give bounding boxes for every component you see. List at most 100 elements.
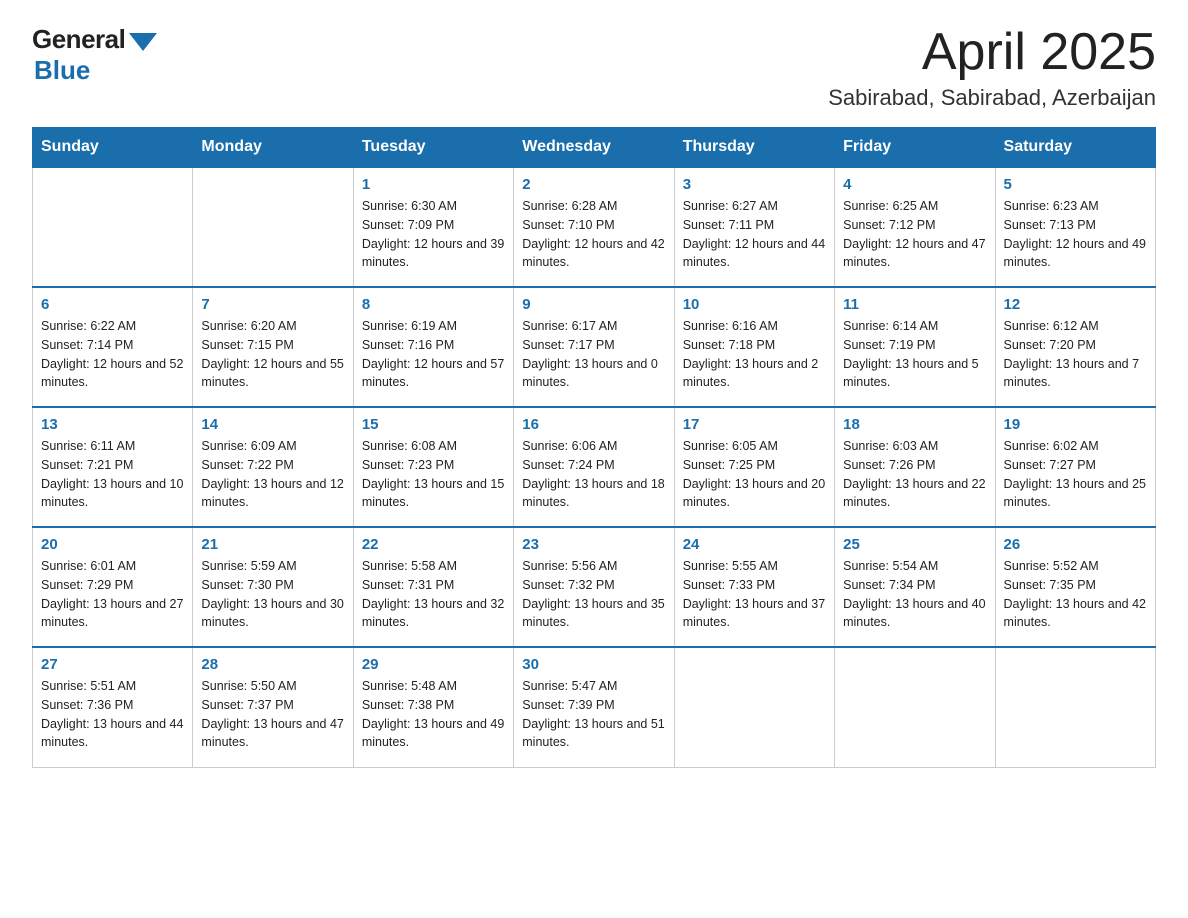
calendar-day-cell: 20Sunrise: 6:01 AMSunset: 7:29 PMDayligh… (33, 527, 193, 647)
day-number: 6 (41, 296, 184, 313)
calendar-day-cell (33, 167, 193, 287)
day-info: Sunrise: 6:23 AMSunset: 7:13 PMDaylight:… (1004, 197, 1147, 272)
calendar-weekday-header: Sunday (33, 128, 193, 168)
day-number: 17 (683, 416, 826, 433)
day-number: 19 (1004, 416, 1147, 433)
location-title: Sabirabad, Sabirabad, Azerbaijan (828, 85, 1156, 111)
day-info: Sunrise: 6:25 AMSunset: 7:12 PMDaylight:… (843, 197, 986, 272)
calendar-day-cell: 7 Sunrise: 6:20 AMSunset: 7:15 PMDaylight… (193, 287, 353, 407)
calendar-day-cell: 18 Sunrise: 6:03 AMSunset: 7:26 PMDayligh… (835, 407, 995, 527)
day-number: 3 (683, 176, 826, 193)
calendar-week-row: 27Sunrise: 5:51 AMSunset: 7:36 PMDayligh… (33, 647, 1156, 767)
day-number: 28 (201, 656, 344, 673)
calendar-day-cell: 12 Sunrise: 6:12 AMSunset: 7:20 PMDayligh… (995, 287, 1155, 407)
day-info: Sunrise: 6:12 AMSunset: 7:20 PMDaylight:… (1004, 317, 1147, 392)
calendar-day-cell: 5 Sunrise: 6:23 AMSunset: 7:13 PMDaylight… (995, 167, 1155, 287)
calendar-table: SundayMondayTuesdayWednesdayThursdayFrid… (32, 127, 1156, 768)
day-info: Sunrise: 6:27 AMSunset: 7:11 PMDaylight:… (683, 197, 826, 272)
day-info: Sunrise: 6:19 AMSunset: 7:16 PMDaylight:… (362, 317, 505, 392)
day-info: Sunrise: 6:16 AMSunset: 7:18 PMDaylight:… (683, 317, 826, 392)
day-number: 26 (1004, 536, 1147, 553)
calendar-day-cell: 9Sunrise: 6:17 AMSunset: 7:17 PMDaylight… (514, 287, 674, 407)
calendar-day-cell: 28Sunrise: 5:50 AMSunset: 7:37 PMDayligh… (193, 647, 353, 767)
day-info: Sunrise: 6:08 AMSunset: 7:23 PMDaylight:… (362, 437, 505, 512)
day-number: 22 (362, 536, 505, 553)
day-info: Sunrise: 5:52 AMSunset: 7:35 PMDaylight:… (1004, 557, 1147, 632)
day-number: 8 (362, 296, 505, 313)
calendar-weekday-header: Thursday (674, 128, 834, 168)
logo: General Blue (32, 24, 157, 86)
calendar-day-cell: 25 Sunrise: 5:54 AMSunset: 7:34 PMDayligh… (835, 527, 995, 647)
calendar-week-row: 1Sunrise: 6:30 AMSunset: 7:09 PMDaylight… (33, 167, 1156, 287)
day-number: 9 (522, 296, 665, 313)
day-number: 2 (522, 176, 665, 193)
day-number: 18 (843, 416, 986, 433)
calendar-weekday-header: Saturday (995, 128, 1155, 168)
calendar-day-cell: 21 Sunrise: 5:59 AMSunset: 7:30 PMDayligh… (193, 527, 353, 647)
calendar-day-cell: 24 Sunrise: 5:55 AMSunset: 7:33 PMDayligh… (674, 527, 834, 647)
calendar-day-cell: 14 Sunrise: 6:09 AMSunset: 7:22 PMDayligh… (193, 407, 353, 527)
day-number: 25 (843, 536, 986, 553)
day-number: 5 (1004, 176, 1147, 193)
calendar-week-row: 6 Sunrise: 6:22 AMSunset: 7:14 PMDaylight… (33, 287, 1156, 407)
day-number: 24 (683, 536, 826, 553)
calendar-week-row: 20Sunrise: 6:01 AMSunset: 7:29 PMDayligh… (33, 527, 1156, 647)
calendar-week-row: 13Sunrise: 6:11 AMSunset: 7:21 PMDayligh… (33, 407, 1156, 527)
calendar-day-cell: 17 Sunrise: 6:05 AMSunset: 7:25 PMDayligh… (674, 407, 834, 527)
day-info: Sunrise: 5:54 AMSunset: 7:34 PMDaylight:… (843, 557, 986, 632)
logo-general-text: General (32, 24, 125, 55)
calendar-weekday-header: Monday (193, 128, 353, 168)
day-number: 7 (201, 296, 344, 313)
day-info: Sunrise: 6:30 AMSunset: 7:09 PMDaylight:… (362, 197, 505, 272)
calendar-day-cell: 22 Sunrise: 5:58 AMSunset: 7:31 PMDayligh… (353, 527, 513, 647)
calendar-day-cell: 26 Sunrise: 5:52 AMSunset: 7:35 PMDayligh… (995, 527, 1155, 647)
day-info: Sunrise: 5:58 AMSunset: 7:31 PMDaylight:… (362, 557, 505, 632)
day-info: Sunrise: 5:51 AMSunset: 7:36 PMDaylight:… (41, 677, 184, 752)
day-info: Sunrise: 5:59 AMSunset: 7:30 PMDaylight:… (201, 557, 344, 632)
day-info: Sunrise: 6:03 AMSunset: 7:26 PMDaylight:… (843, 437, 986, 512)
calendar-day-cell (193, 167, 353, 287)
calendar-day-cell: 13Sunrise: 6:11 AMSunset: 7:21 PMDayligh… (33, 407, 193, 527)
day-number: 29 (362, 656, 505, 673)
calendar-weekday-header: Friday (835, 128, 995, 168)
day-info: Sunrise: 6:01 AMSunset: 7:29 PMDaylight:… (41, 557, 184, 632)
day-info: Sunrise: 6:05 AMSunset: 7:25 PMDaylight:… (683, 437, 826, 512)
calendar-day-cell: 10 Sunrise: 6:16 AMSunset: 7:18 PMDayligh… (674, 287, 834, 407)
calendar-day-cell: 16Sunrise: 6:06 AMSunset: 7:24 PMDayligh… (514, 407, 674, 527)
day-number: 11 (843, 296, 986, 313)
day-info: Sunrise: 6:14 AMSunset: 7:19 PMDaylight:… (843, 317, 986, 392)
day-number: 21 (201, 536, 344, 553)
calendar-day-cell: 30 Sunrise: 5:47 AMSunset: 7:39 PMDayligh… (514, 647, 674, 767)
calendar-day-cell: 2Sunrise: 6:28 AMSunset: 7:10 PMDaylight… (514, 167, 674, 287)
calendar-day-cell (995, 647, 1155, 767)
calendar-weekday-header: Wednesday (514, 128, 674, 168)
day-info: Sunrise: 5:48 AMSunset: 7:38 PMDaylight:… (362, 677, 505, 752)
calendar-day-cell: 6 Sunrise: 6:22 AMSunset: 7:14 PMDaylight… (33, 287, 193, 407)
calendar-day-cell: 29 Sunrise: 5:48 AMSunset: 7:38 PMDayligh… (353, 647, 513, 767)
day-number: 10 (683, 296, 826, 313)
calendar-day-cell (835, 647, 995, 767)
day-info: Sunrise: 6:20 AMSunset: 7:15 PMDaylight:… (201, 317, 344, 392)
day-info: Sunrise: 6:02 AMSunset: 7:27 PMDaylight:… (1004, 437, 1147, 512)
day-number: 13 (41, 416, 184, 433)
logo-arrow-icon (129, 33, 157, 51)
day-number: 14 (201, 416, 344, 433)
logo-blue-text: Blue (34, 55, 90, 86)
calendar-day-cell: 8 Sunrise: 6:19 AMSunset: 7:16 PMDaylight… (353, 287, 513, 407)
day-number: 16 (522, 416, 665, 433)
calendar-header-row: SundayMondayTuesdayWednesdayThursdayFrid… (33, 128, 1156, 168)
calendar-day-cell: 15 Sunrise: 6:08 AMSunset: 7:23 PMDayligh… (353, 407, 513, 527)
calendar-day-cell: 19 Sunrise: 6:02 AMSunset: 7:27 PMDayligh… (995, 407, 1155, 527)
day-info: Sunrise: 5:56 AMSunset: 7:32 PMDaylight:… (522, 557, 665, 632)
day-info: Sunrise: 6:22 AMSunset: 7:14 PMDaylight:… (41, 317, 184, 392)
page-header: General Blue April 2025 Sabirabad, Sabir… (32, 24, 1156, 111)
day-info: Sunrise: 5:55 AMSunset: 7:33 PMDaylight:… (683, 557, 826, 632)
day-number: 15 (362, 416, 505, 433)
day-number: 23 (522, 536, 665, 553)
day-number: 12 (1004, 296, 1147, 313)
day-info: Sunrise: 5:47 AMSunset: 7:39 PMDaylight:… (522, 677, 665, 752)
day-number: 30 (522, 656, 665, 673)
calendar-day-cell: 3 Sunrise: 6:27 AMSunset: 7:11 PMDaylight… (674, 167, 834, 287)
day-info: Sunrise: 6:09 AMSunset: 7:22 PMDaylight:… (201, 437, 344, 512)
calendar-day-cell: 11 Sunrise: 6:14 AMSunset: 7:19 PMDayligh… (835, 287, 995, 407)
